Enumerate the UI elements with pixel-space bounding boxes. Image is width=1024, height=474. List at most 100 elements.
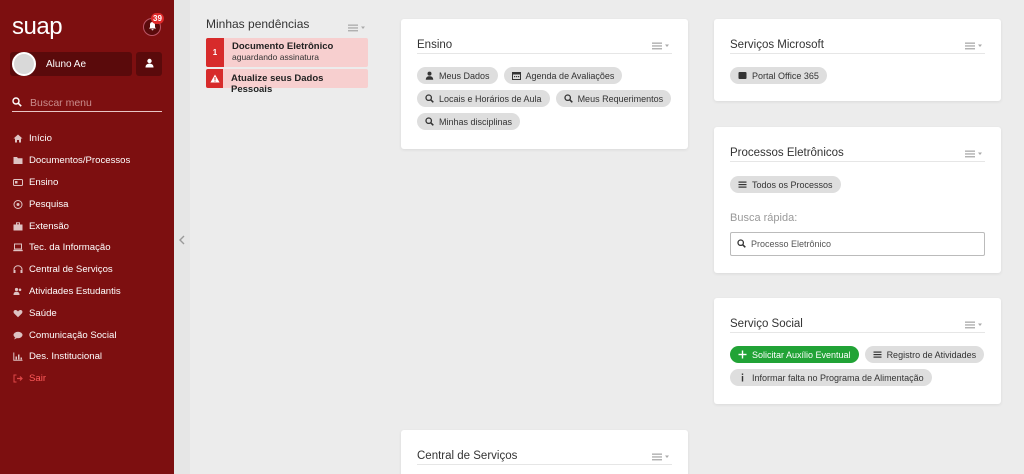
pendencias-title: Minhas pendências [206,17,310,31]
card-processos-eletronicos: Processos Eletrônicos Todos os Processos… [714,127,1001,273]
processo-search-input[interactable]: Processo Eletrônico [730,232,985,256]
link-todos-processos[interactable]: Todos os Processos [730,176,841,193]
sidebar-item-des-institucional[interactable]: Des. Institucional [12,346,130,368]
microsoft-links: Portal Office 365 [730,67,991,84]
link-label: Meus Requerimentos [577,93,664,104]
sidebar-item-label: Pesquisa [29,198,69,210]
card-central-servicos: Central de Serviços [401,430,688,474]
heartbeat-icon [12,308,23,318]
sidebar-item-label: Atividades Estudantis [29,285,121,297]
user-name: Aluno Ae [46,58,87,70]
user-profile-card[interactable]: Aluno Ae [10,52,132,76]
busca-rapida-label: Busca rápida: [730,212,798,224]
user-menu-button[interactable] [136,52,162,76]
link-informar-falta[interactable]: Informar falta no Programa de Alimentaçã… [730,369,932,386]
link-locais-horarios[interactable]: Locais e Horários de Aula [417,90,550,107]
sidebar: suap 39 Aluno Ae Buscar menu Início Docu… [0,0,174,474]
folder-icon [12,156,23,166]
pendencia-label: Documento Eletrônico [232,41,334,52]
pendencia-label: Atualize seus Dados Pessoais [231,73,324,95]
notifications-badge: 39 [151,13,164,24]
link-portal-office[interactable]: Portal Office 365 [730,67,827,84]
card-menu-button[interactable] [652,37,672,55]
card-header: Serviço Social [730,314,985,333]
link-label: Agenda de Avaliações [525,70,615,81]
card-header: Ensino [417,35,672,54]
card-title: Serviço Social [730,318,803,330]
card-menu-button[interactable] [965,37,985,55]
list-menu-icon [348,19,368,36]
pendencia-documento[interactable]: 1 Documento Eletrônico aguardando assina… [206,38,368,67]
link-agenda-avaliacoes[interactable]: Agenda de Avaliações [503,67,623,84]
search-icon [425,94,434,103]
menu-search-input[interactable]: Buscar menu [12,94,162,112]
card-servico-social: Serviço Social Solicitar Auxílio Eventua… [714,298,1001,404]
link-label: Informar falta no Programa de Alimentaçã… [752,372,924,383]
windows-icon [738,71,747,80]
plus-icon [738,350,747,359]
link-label: Locais e Horários de Aula [439,93,542,104]
link-meus-dados[interactable]: Meus Dados [417,67,498,84]
chart-icon [12,352,23,362]
sidebar-item-comunicacao-social[interactable]: Comunicação Social [12,324,130,346]
laptop-icon [12,243,23,253]
card-header: Central de Serviços [417,446,672,465]
list-icon [873,350,882,359]
social-links: Solicitar Auxílio Eventual Registro de A… [730,346,991,386]
link-label: Registro de Atividades [886,349,977,360]
sidebar-item-label: Início [29,133,52,145]
avatar [12,52,36,76]
card-header: Serviços Microsoft [730,35,985,54]
sidebar-item-label: Sair [29,373,47,385]
sidebar-item-central-servicos[interactable]: Central de Serviços [12,259,130,281]
info-icon [738,373,747,382]
sidebar-item-tec-informacao[interactable]: Tec. da Informação [12,237,130,259]
link-registro-atividades[interactable]: Registro de Atividades [864,346,985,363]
user-icon [425,71,434,80]
users-icon [12,286,23,296]
link-meus-requerimentos[interactable]: Meus Requerimentos [555,90,672,107]
pendencia-count-marker: 1 [206,38,224,67]
link-label: Solicitar Auxílio Eventual [752,349,851,360]
link-solicitar-auxilio[interactable]: Solicitar Auxílio Eventual [730,346,859,363]
link-label: Minhas disciplinas [439,116,513,127]
link-label: Todos os Processos [752,179,833,190]
briefcase-icon [12,221,23,231]
sidebar-item-atividades-estudantis[interactable]: Atividades Estudantis [12,281,130,303]
id-card-icon [12,177,23,187]
sidebar-item-label: Comunicação Social [29,329,117,341]
sidebar-item-label: Tec. da Informação [29,242,111,254]
microscope-icon [12,199,23,209]
card-menu-button[interactable] [965,145,985,163]
link-minhas-disciplinas[interactable]: Minhas disciplinas [417,113,521,130]
sign-out-icon [12,374,23,384]
ensino-links: Meus Dados Agenda de Avaliações Locais e… [417,67,678,130]
search-icon [425,117,434,126]
card-menu-button[interactable] [652,448,672,466]
list-icon [738,180,747,189]
sidebar-item-extensao[interactable]: Extensão [12,215,130,237]
sidebar-item-inicio[interactable]: Início [12,128,130,150]
chevron-left-icon[interactable] [178,232,186,245]
sidebar-item-documentos[interactable]: Documentos/Processos [12,150,130,172]
card-title: Processos Eletrônicos [730,147,844,159]
warning-icon [206,69,224,88]
card-title: Ensino [417,39,453,51]
sidebar-item-saude[interactable]: Saúde [12,302,130,324]
sidebar-item-sair[interactable]: Sair [12,368,130,390]
calendar-icon [511,71,521,80]
pendencia-dados-pessoais[interactable]: Atualize seus Dados Pessoais [206,69,368,95]
user-icon [145,55,154,73]
home-icon [12,134,23,144]
card-servicos-microsoft: Serviços Microsoft Portal Office 365 [714,19,1001,101]
card-menu-button[interactable] [965,316,985,334]
sidebar-item-pesquisa[interactable]: Pesquisa [12,193,130,215]
main-menu: Início Documentos/Processos Ensino Pesqu… [12,128,130,390]
sidebar-item-ensino[interactable]: Ensino [12,172,130,194]
sidebar-item-label: Ensino [29,176,59,188]
suap-logo[interactable]: suap [12,13,63,41]
pendencias-menu-button[interactable] [348,19,368,37]
processos-links: Todos os Processos [730,176,991,193]
sidebar-item-label: Central de Serviços [29,264,113,276]
sidebar-item-label: Documentos/Processos [29,155,131,167]
